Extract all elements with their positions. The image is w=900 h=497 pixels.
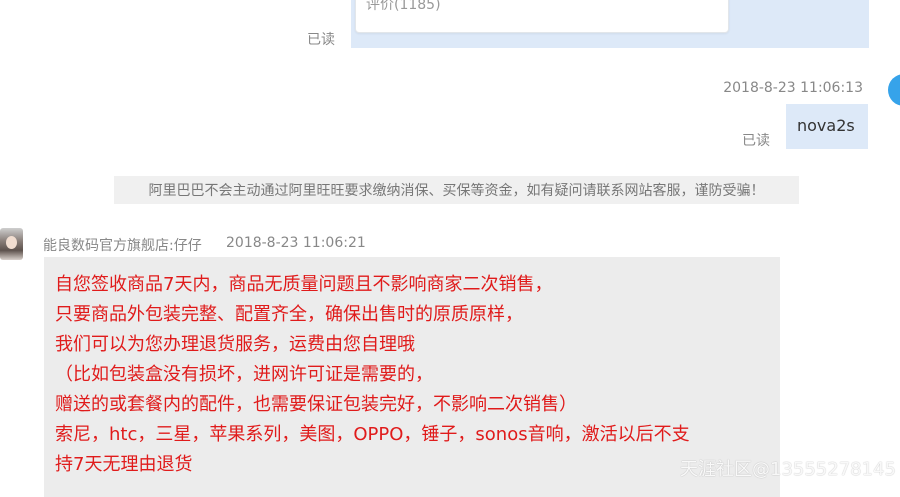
message-line: 赠送的或套餐内的配件，也需要保证包装完好，不影响二次销售） <box>55 394 577 415</box>
avatar-face <box>6 236 17 249</box>
shop-message-bubble: 自您签收商品7天内，商品无质量问题且不影响商家二次销售， 只要商品外包装完整、配… <box>44 257 780 497</box>
shop-avatar[interactable] <box>0 228 23 260</box>
message-timestamp: 2018-8-23 11:06:13 <box>723 80 863 96</box>
message-line: 索尼，htc，三星，苹果系列，美图，OPPO，锤子，sonos音响，激活以后不支 <box>55 424 690 445</box>
product-review-count: 评价(1185) <box>366 0 441 13</box>
self-message-bubble: nova2s <box>786 104 868 149</box>
message-timestamp: 2018-8-23 11:06:21 <box>226 235 366 251</box>
system-notice: 阿里巴巴不会主动通过阿里旺旺要求缴纳消保、买保等资金，如有疑问请联系网站客服，谨… <box>114 176 799 204</box>
read-status: 已读 <box>742 133 770 149</box>
message-line: 持7天无理由退货 <box>55 454 193 475</box>
message-line: 只要商品外包装完整、配置齐全，确保出售时的原质原样， <box>55 304 523 325</box>
message-line: 我们可以为您办理退货服务，运费由您自理哦 <box>55 334 415 355</box>
watermark: 天涯社区@13555278145 <box>680 459 896 480</box>
sender-name: 能良数码官方旗舰店:仔仔 <box>43 238 202 254</box>
message-line: 自您签收商品7天内，商品无质量问题且不影响商家二次销售， <box>55 274 553 295</box>
self-avatar[interactable] <box>888 74 900 106</box>
read-status: 已读 <box>307 32 335 48</box>
self-message-text: nova2s <box>797 116 855 135</box>
message-line: （比如包装盒没有损坏，进网许可证是需要的， <box>55 364 433 385</box>
